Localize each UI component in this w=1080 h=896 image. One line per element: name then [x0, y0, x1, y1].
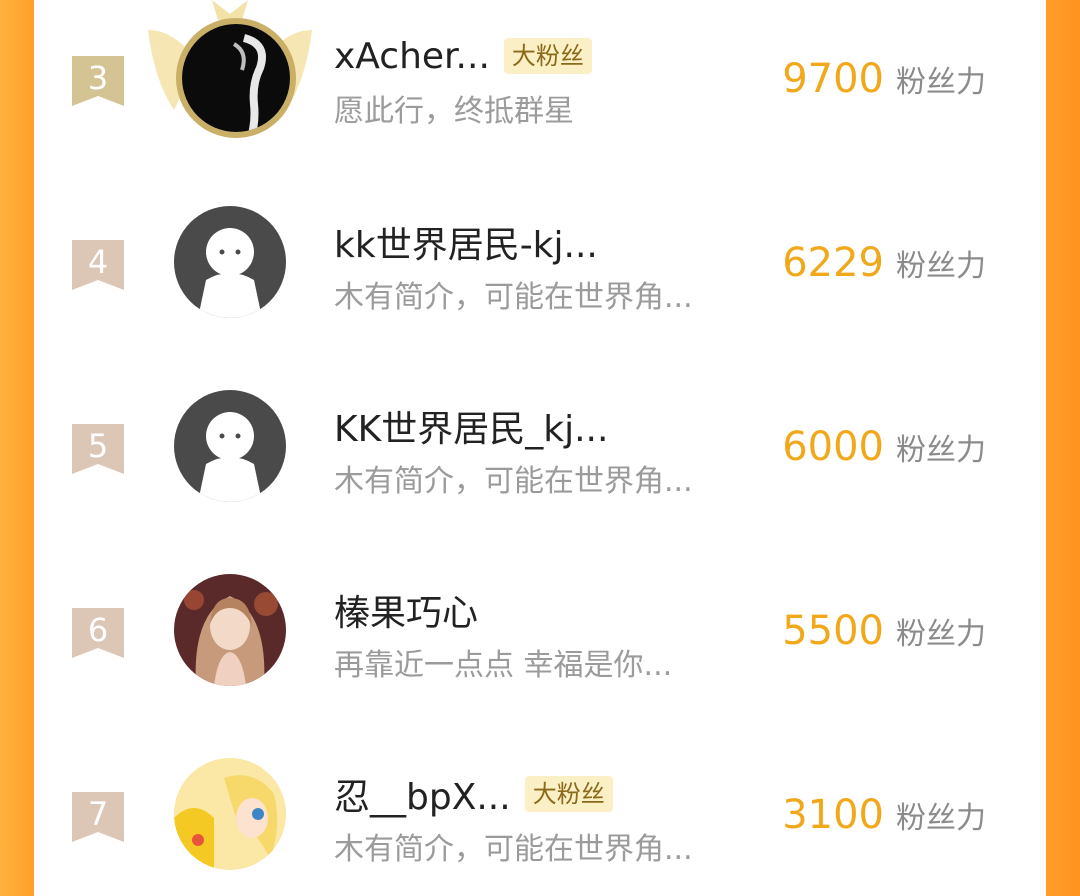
- default-avatar-icon[interactable]: [174, 206, 286, 318]
- fan-power-unit: 粉丝力: [896, 801, 986, 836]
- fan-power-unit: 粉丝力: [896, 249, 986, 284]
- list-item[interactable]: 6 榛果巧心 再靠近一点点 幸福是你... 5500 粉丝力: [34, 552, 1046, 712]
- rank-number: 4: [87, 243, 109, 281]
- fan-power-unit: 粉丝力: [896, 65, 986, 100]
- rank-ribbon-icon: 6: [72, 608, 124, 658]
- default-avatar-icon[interactable]: [174, 390, 286, 502]
- big-fan-badge: 大粉丝: [524, 776, 613, 812]
- user-avatar[interactable]: [176, 18, 296, 138]
- fan-power-value: 5500: [782, 608, 884, 654]
- fan-ranking-list: 3 xAcher... 大粉丝 愿此行，终抵群星 9700 粉丝力 4 kk世界…: [34, 0, 1046, 870]
- fan-power: 6229 粉丝力: [782, 240, 986, 286]
- user-bio: 木有简介，可能在世界角...: [334, 280, 693, 315]
- fan-power-unit: 粉丝力: [896, 433, 986, 468]
- user-bio: 木有简介，可能在世界角...: [334, 464, 693, 499]
- rank-number: 7: [87, 795, 109, 833]
- user-name[interactable]: KK世界居民_kj...: [334, 400, 608, 452]
- rank-ribbon-icon: 3: [72, 56, 124, 106]
- fan-power-value: 6229: [782, 240, 884, 286]
- rank-number: 3: [87, 59, 109, 97]
- big-fan-badge: 大粉丝: [503, 38, 592, 74]
- fan-power: 5500 粉丝力: [782, 608, 986, 654]
- list-item[interactable]: 4 kk世界居民-kj... 木有简介，可能在世界角... 6229 粉丝力: [34, 184, 1046, 344]
- fan-power: 9700 粉丝力: [782, 56, 986, 102]
- fan-power-value: 6000: [782, 424, 884, 470]
- rank-number: 6: [87, 611, 109, 649]
- user-name[interactable]: 忍__bpX...: [334, 768, 511, 820]
- fan-power-value: 9700: [782, 56, 884, 102]
- girl-portrait-avatar[interactable]: [174, 574, 286, 686]
- fan-power: 6000 粉丝力: [782, 424, 986, 470]
- rank-ribbon-icon: 5: [72, 424, 124, 474]
- anime-pikachu-avatar[interactable]: [174, 758, 286, 870]
- user-bio: 木有简介，可能在世界角...: [334, 832, 693, 867]
- rank-number: 5: [87, 427, 109, 465]
- fan-power-unit: 粉丝力: [896, 617, 986, 652]
- user-name[interactable]: 榛果巧心: [334, 584, 478, 636]
- list-item[interactable]: 3 xAcher... 大粉丝 愿此行，终抵群星 9700 粉丝力: [34, 0, 1046, 160]
- fan-power-value: 3100: [782, 792, 884, 838]
- rank-ribbon-icon: 7: [72, 792, 124, 842]
- user-bio: 愿此行，终抵群星: [334, 94, 574, 129]
- user-name[interactable]: kk世界居民-kj...: [334, 216, 598, 268]
- rank-ribbon-icon: 4: [72, 240, 124, 290]
- user-name[interactable]: xAcher...: [334, 36, 490, 77]
- fan-power: 3100 粉丝力: [782, 792, 986, 838]
- list-item[interactable]: 5 KK世界居民_kj... 木有简介，可能在世界角... 6000 粉丝力: [34, 368, 1046, 528]
- user-bio: 再靠近一点点 幸福是你...: [334, 648, 673, 683]
- list-item[interactable]: 7 忍__bpX... 大粉丝 木有简介，可能在世界角... 3100 粉丝力: [34, 736, 1046, 896]
